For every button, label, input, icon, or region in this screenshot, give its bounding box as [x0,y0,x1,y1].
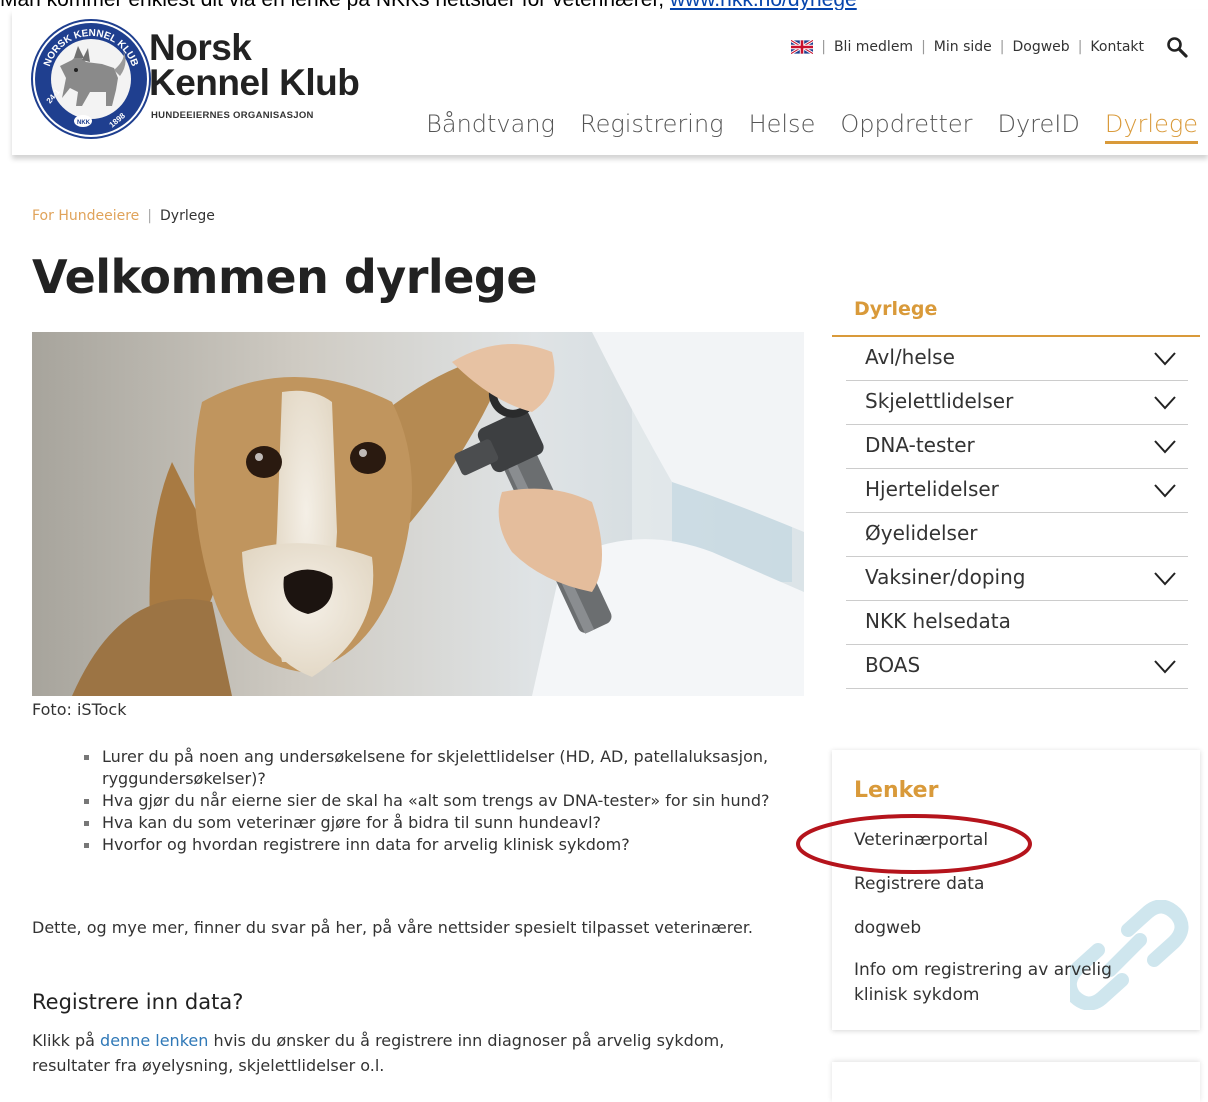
chevron-down-icon[interactable] [1154,352,1176,366]
register-data-link[interactable]: denne lenken [100,1031,208,1050]
breadcrumb-parent[interactable]: For Hundeeiere [32,208,139,224]
util-link-dogweb[interactable]: Dogweb [1013,39,1070,55]
sidebar-item-avl-helse[interactable]: Avl/helse [846,337,1188,381]
links-title: Lenker [854,778,939,803]
nav-oppdretter[interactable]: Oppdretter [840,110,972,144]
sidebar-item-vaksiner-doping[interactable]: Vaksiner/doping [846,557,1188,601]
highlight-annotation-ellipse [796,814,1032,874]
nav-bandtvang[interactable]: Båndtvang [426,110,555,144]
chevron-down-icon[interactable] [1154,484,1176,498]
breadcrumb: For Hundeeiere | Dyrlege [32,208,215,224]
intro-bullet-list: Lurer du på noen ang undersøkelsene for … [82,746,802,856]
chevron-down-icon[interactable] [1154,572,1176,586]
util-link-min-side[interactable]: Min side [934,39,992,55]
link-info-arvelig-sykdom-cont[interactable]: klinisk sykdom [854,985,979,1005]
utility-nav: | Bli medlem | Min side | Dogweb | Konta… [791,36,1188,58]
svg-text:NKK: NKK [77,120,91,126]
util-link-kontakt[interactable]: Kontakt [1090,39,1144,55]
site-header: NORSK KENNEL KLUB 24-1 NKK 1898 Norsk Ke… [12,10,1208,155]
uk-flag-icon[interactable] [791,40,814,54]
link-dogweb[interactable]: dogweb [854,918,921,938]
link-chain-icon [1070,900,1189,1010]
links-panel: Lenker Veterinærportal Registrere data d… [832,750,1200,1030]
main-nav: Båndtvang Registrering Helse Oppdretter … [401,110,1198,144]
nav-dyrlege[interactable]: Dyrlege [1104,110,1198,144]
section-paragraph: Klikk på denne lenken hvis du ønsker du … [32,1031,725,1075]
breadcrumb-current: Dyrlege [160,208,215,224]
list-item: Hvorfor og hvordan registrere inn data f… [82,834,802,856]
nav-helse[interactable]: Helse [749,110,816,144]
nav-registrering[interactable]: Registrering [580,110,724,144]
chevron-down-icon[interactable] [1154,440,1176,454]
hero-photo-beagle-vet [32,332,804,696]
chevron-down-icon[interactable] [1154,396,1176,410]
intro-paragraph: Dette, og mye mer, finner du svar på her… [32,918,754,937]
sidebar-item-nkk-helsedata[interactable]: NKK helsedata [846,601,1188,645]
section-heading: Registrere inn data? [32,990,244,1014]
sidebar-item-boas[interactable]: BOAS [846,645,1188,689]
sidebar-title: Dyrlege [854,298,938,320]
list-item: Hva gjør du når eierne sier de skal ha «… [82,790,802,812]
nkk-seal-logo[interactable]: NORSK KENNEL KLUB 24-1 NKK 1898 [30,18,152,140]
sidebar-menu: Avl/helse Skjelettlidelser DNA-tester Hj… [846,337,1188,689]
page-title: Velkommen dyrlege [32,250,538,304]
hero-caption: Foto: iSTock [32,700,127,719]
secondary-panel [832,1062,1200,1102]
list-item: Lurer du på noen ang undersøkelsene for … [82,746,802,790]
sidebar-item-dna-tester[interactable]: DNA-tester [846,425,1188,469]
link-registrere-data[interactable]: Registrere data [854,874,984,894]
list-item: Hva kan du som veterinær gjøre for å bid… [82,812,802,834]
nav-dyreid[interactable]: DyreID [997,110,1079,144]
search-icon[interactable] [1166,36,1188,58]
sidebar-item-hjertelidelser[interactable]: Hjertelidelser [846,469,1188,513]
link-info-arvelig-sykdom[interactable]: Info om registrering av arvelig [854,960,1112,980]
chevron-down-icon[interactable] [1154,660,1176,674]
brand-wordmark[interactable]: Norsk Kennel Klub HUNDEEIERNES ORGANISAS… [149,29,360,121]
sidebar-item-oyelidelser[interactable]: Øyelidelser [846,513,1188,557]
sidebar-item-skjelettlidelser[interactable]: Skjelettlidelser [846,381,1188,425]
util-link-bli-medlem[interactable]: Bli medlem [834,39,913,55]
